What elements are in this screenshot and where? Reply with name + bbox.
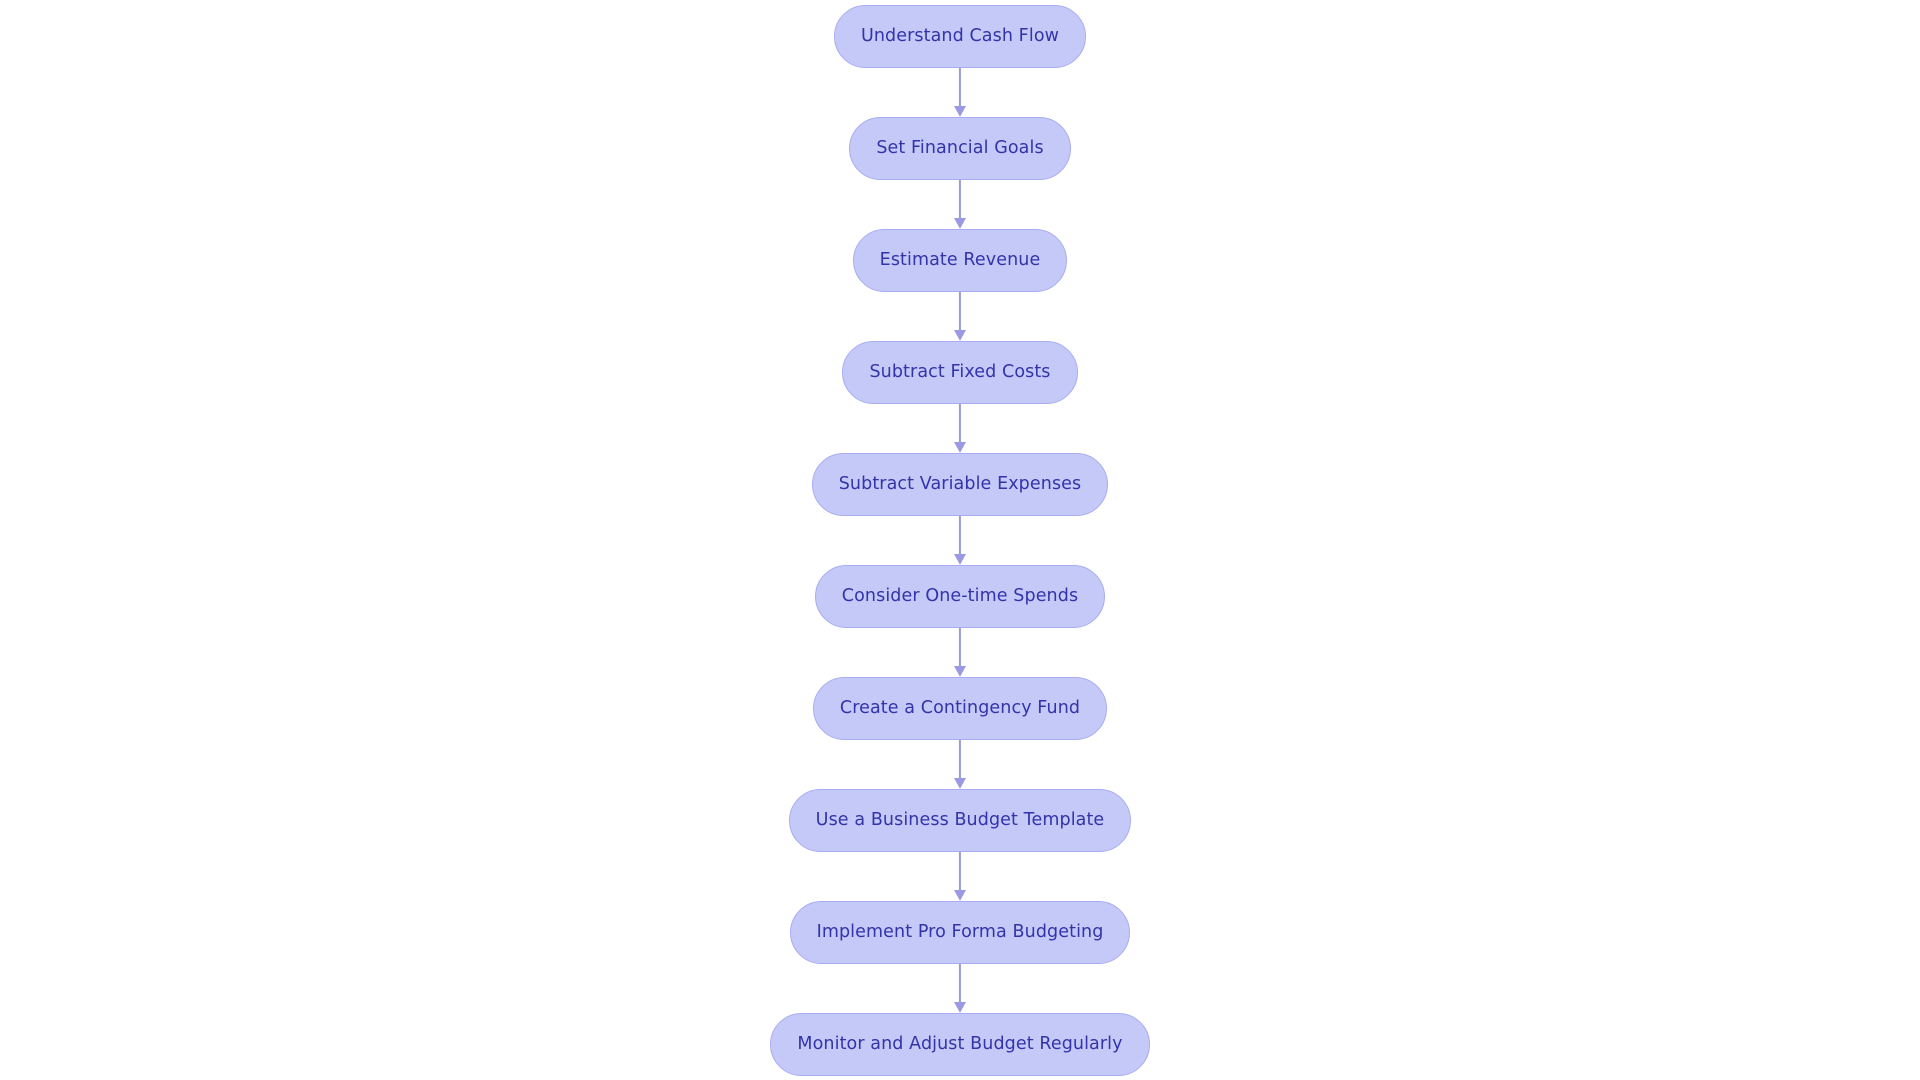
arrowhead-icon	[954, 666, 966, 677]
flow-edge-arrow-4	[948, 404, 972, 453]
flow-edge-arrow-8	[948, 852, 972, 901]
edge-line	[958, 180, 962, 220]
arrowhead-icon	[954, 330, 966, 341]
flow-node-label: Monitor and Adjust Budget Regularly	[797, 1033, 1123, 1054]
flow-node-label: Implement Pro Forma Budgeting	[816, 921, 1104, 942]
flow-node-set-financial-goals[interactable]: Set Financial Goals	[849, 117, 1071, 180]
flow-node-create-a-contingency-fund[interactable]: Create a Contingency Fund	[812, 677, 1108, 740]
arrowhead-icon	[954, 890, 966, 901]
flow-node-implement-pro-forma-budgeting[interactable]: Implement Pro Forma Budgeting	[789, 901, 1131, 964]
flow-node-label: Consider One-time Spends	[841, 585, 1079, 606]
arrowhead-icon	[954, 554, 966, 565]
arrowhead-icon	[954, 106, 966, 117]
flow-node-understand-cash-flow[interactable]: Understand Cash Flow	[833, 5, 1087, 68]
arrowhead-icon	[954, 778, 966, 789]
flow-node-monitor-and-adjust-budget-regularly[interactable]: Monitor and Adjust Budget Regularly	[770, 1013, 1150, 1076]
edge-line	[958, 964, 962, 1004]
flow-node-label: Set Financial Goals	[876, 137, 1044, 158]
edge-line	[958, 740, 962, 780]
edge-line	[958, 516, 962, 556]
flow-node-label: Use a Business Budget Template	[815, 809, 1105, 830]
arrowhead-icon	[954, 1002, 966, 1013]
flow-node-label: Understand Cash Flow	[860, 25, 1060, 46]
edge-line	[958, 628, 962, 668]
flow-edge-arrow-3	[948, 292, 972, 341]
flow-node-subtract-variable-expenses[interactable]: Subtract Variable Expenses	[811, 453, 1109, 516]
flowchart-node-column: Understand Cash Flow Set Financial Goals…	[0, 0, 1920, 1080]
arrowhead-icon	[954, 442, 966, 453]
flow-node-label: Estimate Revenue	[879, 249, 1041, 270]
flow-edge-arrow-5	[948, 516, 972, 565]
flow-node-consider-one-time-spends[interactable]: Consider One-time Spends	[814, 565, 1106, 628]
flow-node-subtract-fixed-costs[interactable]: Subtract Fixed Costs	[842, 341, 1078, 404]
flow-node-label: Subtract Fixed Costs	[869, 361, 1051, 382]
edge-line	[958, 852, 962, 892]
edge-line	[958, 292, 962, 332]
flow-node-label: Subtract Variable Expenses	[838, 473, 1082, 494]
flow-node-label: Create a Contingency Fund	[839, 697, 1081, 718]
flow-edge-arrow-1	[948, 68, 972, 117]
flow-edge-arrow-7	[948, 740, 972, 789]
flow-node-estimate-revenue[interactable]: Estimate Revenue	[852, 229, 1068, 292]
edge-line	[958, 404, 962, 444]
flow-node-use-a-business-budget-template[interactable]: Use a Business Budget Template	[788, 789, 1132, 852]
flow-edge-arrow-9	[948, 964, 972, 1013]
arrowhead-icon	[954, 218, 966, 229]
flow-edge-arrow-6	[948, 628, 972, 677]
flow-edge-arrow-2	[948, 180, 972, 229]
edge-line	[958, 68, 962, 108]
flowchart-canvas: Understand Cash Flow Set Financial Goals…	[0, 0, 1920, 1080]
